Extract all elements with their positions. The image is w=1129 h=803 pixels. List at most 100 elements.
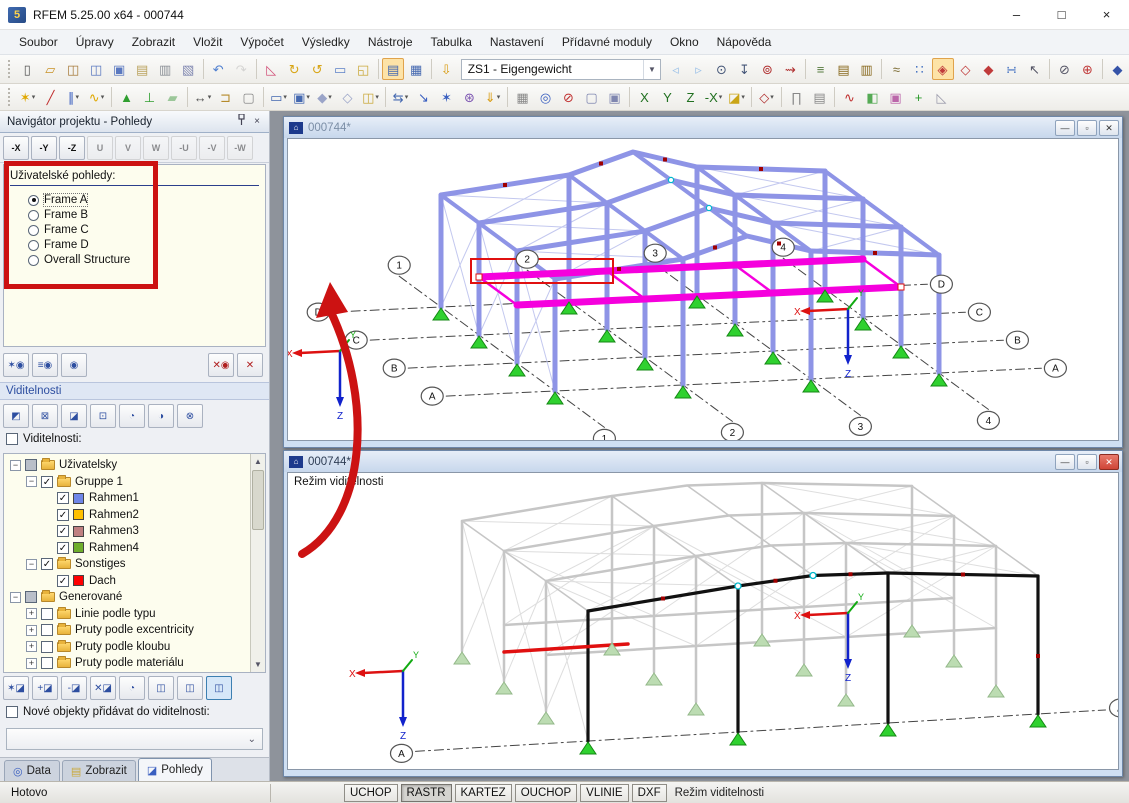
new-opening-button[interactable]: ▣ ▾	[291, 86, 313, 108]
result-table-button[interactable]: ▤	[833, 58, 855, 80]
tree-item-gruppe-1[interactable]: − ✓ Gruppe 1	[6, 474, 265, 491]
new-surface-button[interactable]: ▰	[162, 86, 184, 108]
chevron-down-icon[interactable]: ▾	[497, 93, 501, 101]
view-minus-v-button[interactable]: -V	[199, 135, 225, 160]
load-case-apply-button[interactable]: ⇩	[435, 58, 457, 80]
new-hinge-button[interactable]: ⊐	[215, 86, 237, 108]
chevron-down-icon[interactable]: ▾	[208, 93, 212, 101]
toolbar-grip-2[interactable]	[8, 88, 12, 106]
tree-scrollbar[interactable]: ▲ ▼	[250, 454, 265, 672]
work-plane-xz-button[interactable]: ◆	[978, 58, 1000, 80]
visibility-cancel-button[interactable]: ⊗	[177, 404, 203, 428]
toolbar-grip[interactable]	[8, 60, 12, 78]
background-layers-button[interactable]: ▦	[512, 86, 534, 108]
menu-item-soubor[interactable]: Soubor	[10, 31, 67, 53]
zoom-window-button[interactable]: ◎	[535, 86, 557, 108]
mode-subtract-button[interactable]: ◫	[206, 676, 232, 700]
cancel-view-button[interactable]: ✕	[237, 353, 263, 377]
radio-icon[interactable]	[28, 194, 39, 206]
visibility-by-objects-button[interactable]: ◩	[3, 404, 29, 428]
chevron-down-icon[interactable]: ▾	[32, 93, 36, 101]
calculation-params-button[interactable]: ≡	[810, 58, 832, 80]
new-solid-button[interactable]: ◆ ▾	[314, 86, 336, 108]
selection-box-button[interactable]: ▢	[238, 86, 260, 108]
save-project-button[interactable]: ◫	[85, 58, 107, 80]
user-view-option-frame-d[interactable]: Frame D	[28, 239, 259, 251]
child-close-icon[interactable]: ✕	[1099, 453, 1119, 470]
visibility-shade-button[interactable]: ◑	[148, 404, 174, 428]
chevron-down-icon[interactable]: ▾	[75, 93, 79, 101]
model-viewport-top[interactable]: AABBCCDD11223344XZYXZY	[287, 138, 1119, 441]
tree-item-rahmen2[interactable]: ✓ Rahmen2	[6, 507, 265, 524]
dimension-values-button[interactable]: ↧	[734, 58, 756, 80]
tree-checkbox[interactable]	[25, 591, 37, 604]
tree-checkbox[interactable]: ✓	[41, 475, 53, 488]
tree-checkbox[interactable]	[41, 640, 53, 653]
tree-checkbox[interactable]: ✓	[57, 574, 69, 587]
add-user-view-button[interactable]: ✶◉	[3, 353, 29, 377]
result-table-2-button[interactable]: ▥	[856, 58, 878, 80]
radio-icon[interactable]	[28, 254, 39, 266]
tree-item-rahmen4[interactable]: ✓ Rahmen4	[6, 540, 265, 557]
work-plane-yz-button[interactable]: ◇	[955, 58, 977, 80]
color-panel-button[interactable]: ◧	[862, 86, 884, 108]
view-w-button[interactable]: W	[143, 135, 169, 160]
line-snap-button[interactable]: ⊘	[1054, 58, 1076, 80]
menu-item-n-pov-da[interactable]: Nápověda	[708, 31, 781, 53]
new-objects-checkbox[interactable]	[6, 706, 18, 718]
work-plane-select-button[interactable]: ◪ ▾	[726, 86, 748, 108]
tree-item-dach[interactable]: ✓ Dach	[6, 573, 265, 590]
pin-icon[interactable]	[233, 113, 249, 129]
menu-item-okno[interactable]: Okno	[661, 31, 708, 53]
maximize-button[interactable]: □	[1039, 0, 1084, 30]
model-window-top-titlebar[interactable]: ⌂ 000744* — ▫ ✕	[284, 117, 1122, 138]
child-restore-icon[interactable]: ▫	[1077, 453, 1097, 470]
view-minus-w-button[interactable]: -W	[227, 135, 253, 160]
visibility-off-button[interactable]: ⊠	[32, 404, 58, 428]
view-v-button[interactable]: V	[115, 135, 141, 160]
select-mode-button[interactable]: ◺	[260, 58, 282, 80]
chevron-down-icon[interactable]: ▾	[770, 93, 774, 101]
work-plane-xy-button[interactable]: ◈	[931, 58, 954, 80]
new-nodal-support-button[interactable]: ▲	[116, 86, 138, 108]
view-minus-z-button[interactable]: -Z	[59, 135, 85, 160]
member-rendering-button[interactable]: ∏	[786, 86, 808, 108]
view-minus-x-button[interactable]: -X	[3, 135, 29, 160]
add-to-visibility-button[interactable]: +◪	[32, 676, 58, 700]
close-panel-icon[interactable]: ×	[249, 114, 265, 129]
view-cube-solid-button[interactable]: ▣	[604, 86, 626, 108]
child-restore-icon[interactable]: ▫	[1077, 119, 1097, 136]
user-view-option-frame-c[interactable]: Frame C	[28, 224, 259, 236]
new-line-support-button[interactable]: ⊥	[139, 86, 161, 108]
generate-model-button[interactable]: ✶	[436, 86, 458, 108]
previous-load-case-button[interactable]: ◃	[665, 58, 687, 80]
view-solid-button[interactable]: ◇	[337, 86, 359, 108]
chevron-down-icon[interactable]: ▾	[283, 93, 287, 101]
tree-item-pruty-podle-kloubu[interactable]: + Pruty podle kloubu	[6, 639, 265, 656]
scroll-down-icon[interactable]: ▼	[251, 657, 265, 672]
menu-item-v-sledky[interactable]: Výsledky	[293, 31, 359, 53]
tree-item-pruty-podle-excentricity[interactable]: + Pruty podle excentricity	[6, 622, 265, 639]
new-polyline-button[interactable]: ∿ ▾	[86, 86, 108, 108]
assign-user-view-button[interactable]: ◉	[61, 353, 87, 377]
edit-visibility-button[interactable]: ✕◪	[90, 676, 116, 700]
remove-from-visibility-button[interactable]: -◪	[61, 676, 87, 700]
regenerate-button[interactable]: ⊛	[459, 86, 481, 108]
delete-user-view-button[interactable]: ✕◉	[208, 353, 234, 377]
show-tables-button[interactable]: ▤	[382, 58, 405, 80]
new-visibility-button[interactable]: ✶◪	[3, 676, 29, 700]
select-plus-button[interactable]: ▭	[329, 58, 351, 80]
chevron-down-icon[interactable]: ▾	[719, 93, 723, 101]
copy-object-button[interactable]: ◫ ▾	[360, 86, 382, 108]
render-cube-button[interactable]: ▣	[885, 86, 907, 108]
print-preview-button[interactable]: ▧	[177, 58, 199, 80]
tree-checkbox[interactable]: ✓	[57, 508, 69, 521]
tree-checkbox[interactable]: ✓	[41, 558, 53, 571]
result-diagram-button[interactable]: ∿	[839, 86, 861, 108]
close-button[interactable]: ×	[1084, 0, 1129, 30]
redo-button[interactable]: ↷	[230, 58, 252, 80]
menu-item-v-po-et[interactable]: Výpočet	[231, 31, 292, 53]
user-view-option-overall-structure[interactable]: Overall Structure	[28, 254, 259, 266]
radio-icon[interactable]	[28, 239, 39, 251]
chevron-down-icon[interactable]: ▾	[306, 93, 310, 101]
